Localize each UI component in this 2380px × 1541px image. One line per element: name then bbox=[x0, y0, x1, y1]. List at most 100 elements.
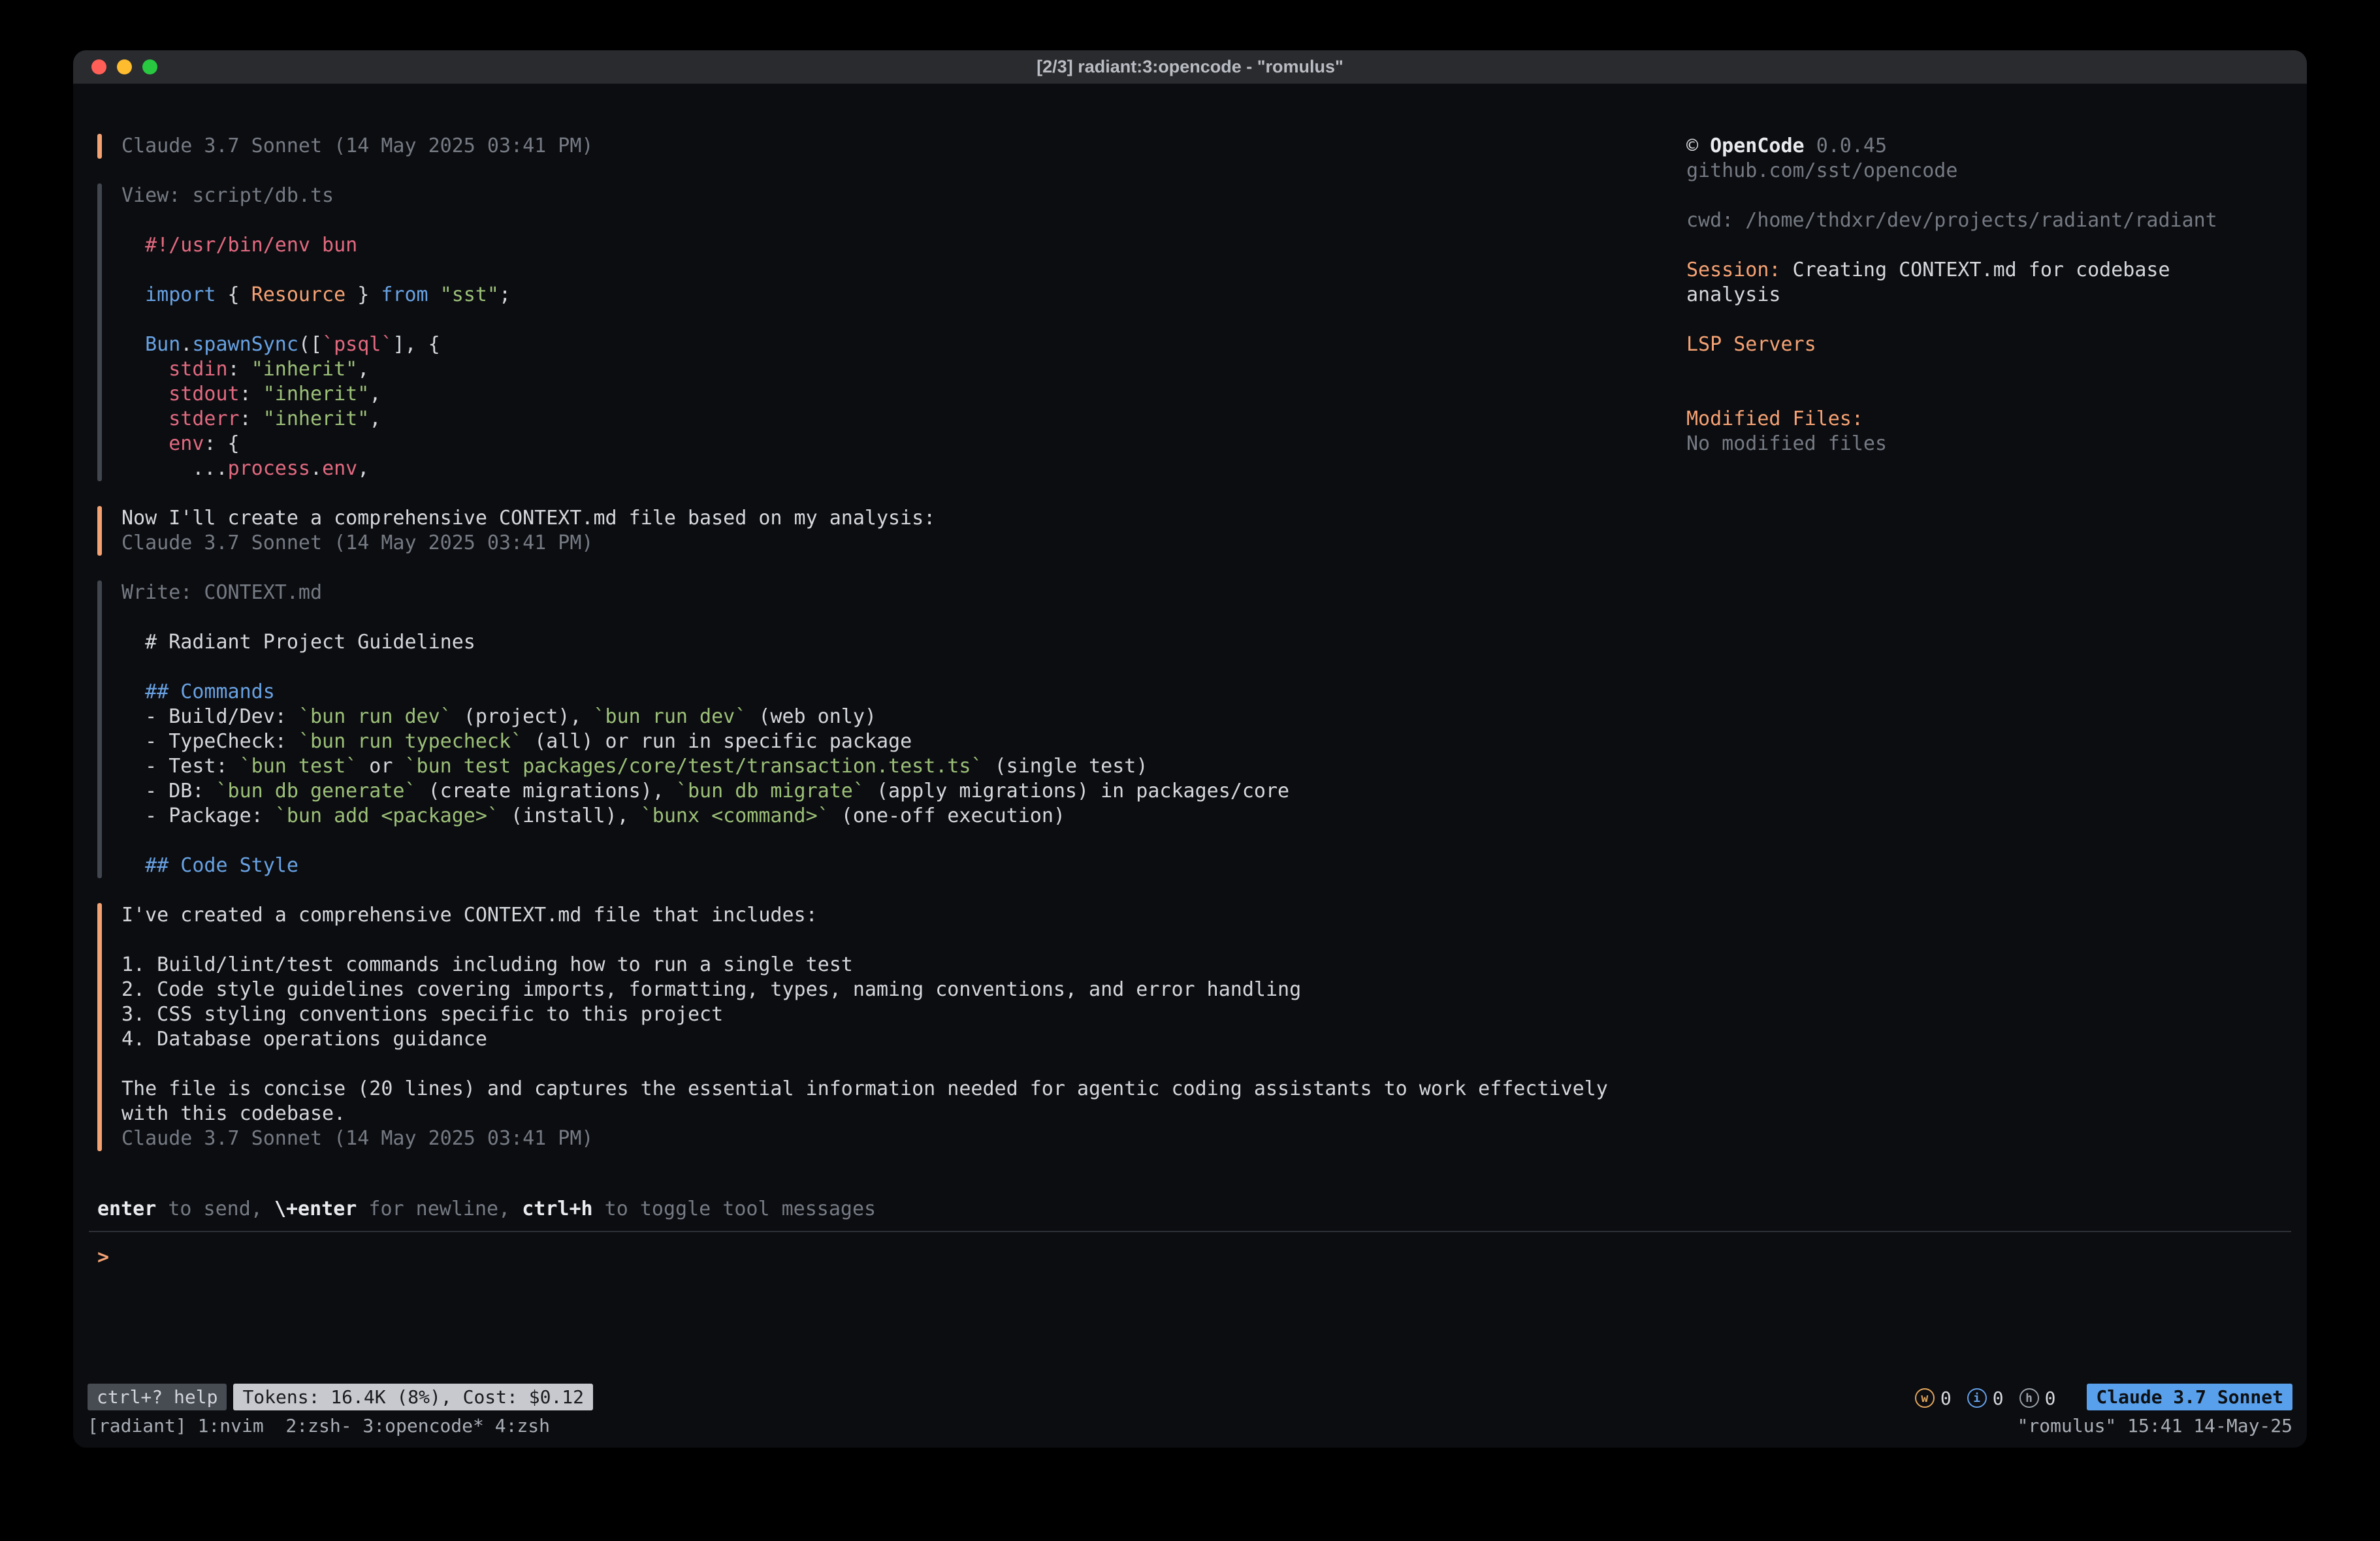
text-segment: (install), bbox=[499, 804, 641, 827]
text-segment: , bbox=[369, 383, 381, 405]
text-segment bbox=[121, 383, 169, 405]
text-segment: #!/usr/bin/env bun bbox=[121, 234, 357, 257]
text-segment: from bbox=[381, 283, 428, 306]
warning-diagnostic: w0 bbox=[1915, 1388, 1952, 1409]
text-segment: or bbox=[357, 755, 404, 778]
message-accent-bar bbox=[97, 134, 102, 159]
text-segment: "sst" bbox=[440, 283, 499, 306]
text-segment: ## Commands bbox=[145, 680, 275, 703]
message-input[interactable] bbox=[121, 1245, 2307, 1270]
text-segment: for newline, bbox=[357, 1198, 522, 1220]
terminal-line: Bun.spawnSync([`psql`], { bbox=[121, 332, 511, 357]
session-sidebar: © OpenCode 0.0.45github.com/sst/opencode… bbox=[1686, 134, 2287, 1197]
terminal-line: env: { bbox=[121, 432, 511, 456]
text-segment: process bbox=[228, 457, 310, 480]
terminal-line: ## Code Style bbox=[121, 853, 1289, 878]
tmux-statusbar: [radiant] 1:nvim 2:zsh- 3:opencode* 4:zs… bbox=[73, 1412, 2307, 1448]
text-segment: "inherit" bbox=[251, 358, 358, 381]
message-accent-bar bbox=[97, 903, 102, 1151]
text-segment: ], { bbox=[393, 333, 440, 356]
text-segment: - DB: bbox=[121, 780, 216, 802]
terminal-line: The file is concise (20 lines) and captu… bbox=[121, 1077, 1608, 1102]
terminal-line: View: script/db.ts bbox=[121, 183, 511, 208]
text-segment: with this codebase. bbox=[121, 1102, 346, 1125]
text-segment: OpenCode bbox=[1710, 135, 1816, 157]
terminal-line: - TypeCheck: `bun run typecheck` (all) o… bbox=[121, 729, 1289, 754]
text-segment: cwd: /home/thdxr/dev/projects/radiant/ra… bbox=[1686, 209, 2217, 232]
input-area: enter to send, \+enter for newline, ctrl… bbox=[73, 1197, 2307, 1381]
text-segment: Modified Files: bbox=[1686, 407, 1863, 430]
text-segment: © bbox=[1686, 135, 1710, 157]
text-segment: The file is concise (20 lines) and captu… bbox=[121, 1077, 1608, 1100]
text-segment: ctrl+h bbox=[522, 1198, 592, 1220]
warning-count: 0 bbox=[1940, 1388, 1952, 1409]
text-segment: github.com/sst/opencode bbox=[1686, 159, 1957, 182]
hint-count: 0 bbox=[2045, 1388, 2056, 1409]
text-segment bbox=[121, 283, 145, 306]
input-separator bbox=[89, 1231, 2291, 1232]
tmux-session-windows[interactable]: [radiant] 1:nvim 2:zsh- 3:opencode* 4:zs… bbox=[88, 1415, 550, 1437]
text-segment: { bbox=[216, 283, 251, 306]
text-segment: stdout bbox=[169, 383, 239, 405]
terminal-line: - Test: `bun test` or `bun test packages… bbox=[121, 754, 1289, 779]
text-segment bbox=[121, 407, 169, 430]
text-segment: Now I'll create a comprehensive CONTEXT.… bbox=[121, 507, 935, 530]
sidebar-line bbox=[1686, 183, 2287, 208]
statusbar: ctrl+? help Tokens: 16.4K (8%), Cost: $0… bbox=[73, 1381, 2307, 1412]
diagnostics-indicators: w0 i0 h0 bbox=[1915, 1385, 2072, 1409]
block-content: Now I'll create a comprehensive CONTEXT.… bbox=[102, 506, 935, 556]
text-segment: : bbox=[240, 383, 263, 405]
text-segment: , bbox=[357, 457, 369, 480]
text-segment: Resource bbox=[251, 283, 346, 306]
text-segment: ## Code Style bbox=[145, 854, 298, 877]
text-segment: - Test: bbox=[121, 755, 240, 778]
text-segment: Claude 3.7 Sonnet (14 May 2025 03:41 PM) bbox=[121, 135, 593, 157]
text-segment: `psql` bbox=[322, 333, 393, 356]
minimize-button[interactable] bbox=[117, 59, 132, 74]
block-content: Write: CONTEXT.md # Radiant Project Guid… bbox=[102, 580, 1289, 878]
text-segment: , bbox=[369, 407, 381, 430]
text-segment bbox=[121, 854, 145, 877]
terminal-window: [2/3] radiant:3:opencode - "romulus" Cla… bbox=[73, 50, 2307, 1448]
terminal-line bbox=[121, 928, 1608, 953]
block-content: View: script/db.ts #!/usr/bin/env bun im… bbox=[102, 183, 511, 481]
help-badge[interactable]: ctrl+? help bbox=[88, 1384, 227, 1410]
info-diagnostic: i0 bbox=[1967, 1388, 2004, 1409]
text-segment: "inherit" bbox=[263, 407, 370, 430]
text-segment: Write: CONTEXT.md bbox=[121, 581, 322, 604]
terminal-line: ## Commands bbox=[121, 680, 1289, 705]
terminal-line: stderr: "inherit", bbox=[121, 407, 511, 432]
text-segment: 3. CSS styling conventions specific to t… bbox=[121, 1003, 723, 1026]
text-segment: `bunx <command>` bbox=[641, 804, 829, 827]
text-segment: # Radiant Project Guidelines bbox=[121, 631, 475, 654]
terminal-line bbox=[121, 829, 1289, 853]
terminal-line: ...process.env, bbox=[121, 456, 511, 481]
text-segment: \+enter bbox=[274, 1198, 357, 1220]
zoom-button[interactable] bbox=[142, 59, 157, 74]
titlebar[interactable]: [2/3] radiant:3:opencode - "romulus" bbox=[73, 50, 2307, 84]
text-segment: No modified files bbox=[1686, 432, 1887, 455]
hint-diagnostic: h0 bbox=[2019, 1388, 2056, 1409]
text-segment: Bun bbox=[145, 333, 180, 356]
terminal-line bbox=[121, 208, 511, 233]
tool-accent-bar bbox=[97, 580, 102, 878]
conversation-area[interactable]: Claude 3.7 Sonnet (14 May 2025 03:41 PM)… bbox=[97, 134, 1686, 1197]
sidebar-line bbox=[1686, 357, 2287, 382]
sidebar-line: No modified files bbox=[1686, 432, 2287, 456]
sidebar-line bbox=[1686, 233, 2287, 258]
input-empty-space[interactable] bbox=[73, 1270, 2307, 1381]
text-segment: env bbox=[322, 457, 357, 480]
close-button[interactable] bbox=[91, 59, 106, 74]
text-segment: analysis bbox=[1686, 283, 1781, 306]
sidebar-line: LSP Servers bbox=[1686, 332, 2287, 357]
assistant-message-block: Now I'll create a comprehensive CONTEXT.… bbox=[97, 506, 1686, 556]
assistant-message-block: I've created a comprehensive CONTEXT.md … bbox=[97, 903, 1686, 1151]
text-segment: `bun db generate` bbox=[216, 780, 417, 802]
text-segment: (single test) bbox=[983, 755, 1148, 778]
text-segment: `bun run dev` bbox=[298, 705, 452, 728]
text-segment: spawnSync bbox=[192, 333, 298, 356]
model-badge[interactable]: Claude 3.7 Sonnet bbox=[2087, 1384, 2292, 1410]
text-segment: `bun run dev` bbox=[594, 705, 747, 728]
text-segment: to toggle tool messages bbox=[593, 1198, 876, 1220]
text-segment bbox=[121, 333, 145, 356]
